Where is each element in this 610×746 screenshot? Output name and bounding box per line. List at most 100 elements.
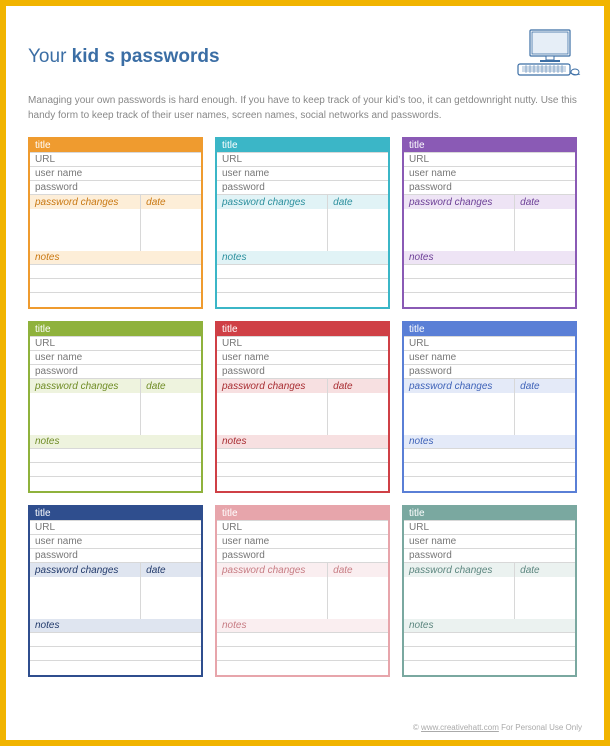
password-change-row[interactable]	[404, 577, 575, 591]
password-change-row[interactable]	[217, 407, 388, 421]
notes-row[interactable]	[404, 633, 575, 647]
field-title[interactable]: title	[30, 323, 201, 337]
field-username[interactable]: user name	[217, 167, 388, 181]
field-username[interactable]: user name	[217, 351, 388, 365]
field-title[interactable]: title	[404, 139, 575, 153]
password-change-row[interactable]	[217, 223, 388, 237]
password-change-row[interactable]	[404, 605, 575, 619]
notes-row[interactable]	[30, 633, 201, 647]
notes-row[interactable]	[404, 661, 575, 675]
notes-row[interactable]	[30, 477, 201, 491]
password-change-row[interactable]	[217, 591, 388, 605]
password-change-row[interactable]	[30, 407, 201, 421]
notes-row[interactable]	[404, 477, 575, 491]
notes-row[interactable]	[30, 661, 201, 675]
password-change-row[interactable]	[30, 577, 201, 591]
password-change-row[interactable]	[404, 407, 575, 421]
notes-row[interactable]	[217, 293, 388, 307]
password-change-row[interactable]	[404, 393, 575, 407]
password-change-row[interactable]	[30, 605, 201, 619]
notes-row[interactable]	[404, 463, 575, 477]
field-password[interactable]: password	[217, 549, 388, 563]
password-card: titleURLuser namepasswordpassword change…	[215, 137, 390, 309]
password-change-row[interactable]	[30, 393, 201, 407]
password-change-row[interactable]	[404, 591, 575, 605]
notes-row[interactable]	[404, 279, 575, 293]
field-url[interactable]: URL	[217, 521, 388, 535]
notes-row[interactable]	[217, 477, 388, 491]
password-change-row[interactable]	[217, 209, 388, 223]
notes-row[interactable]	[217, 279, 388, 293]
password-change-row[interactable]	[404, 209, 575, 223]
notes-row[interactable]	[404, 265, 575, 279]
notes-row[interactable]	[217, 633, 388, 647]
password-changes-label: password changes	[217, 563, 328, 577]
field-username[interactable]: user name	[404, 167, 575, 181]
password-change-row[interactable]	[217, 393, 388, 407]
field-url[interactable]: URL	[404, 337, 575, 351]
notes-row[interactable]	[30, 463, 201, 477]
notes-row[interactable]	[217, 449, 388, 463]
footer-suffix: For Personal Use Only	[499, 723, 582, 732]
field-url[interactable]: URL	[30, 337, 201, 351]
notes-row[interactable]	[404, 647, 575, 661]
field-username[interactable]: user name	[404, 351, 575, 365]
password-change-row[interactable]	[217, 237, 388, 251]
field-password[interactable]: password	[217, 365, 388, 379]
field-username[interactable]: user name	[30, 167, 201, 181]
notes-row[interactable]	[30, 647, 201, 661]
password-change-row[interactable]	[30, 209, 201, 223]
field-title[interactable]: title	[30, 507, 201, 521]
field-title[interactable]: title	[217, 139, 388, 153]
field-url[interactable]: URL	[30, 521, 201, 535]
field-url[interactable]: URL	[404, 153, 575, 167]
password-change-row[interactable]	[30, 223, 201, 237]
password-change-row[interactable]	[30, 421, 201, 435]
notes-row[interactable]	[30, 265, 201, 279]
field-username[interactable]: user name	[30, 535, 201, 549]
field-title[interactable]: title	[30, 139, 201, 153]
field-title[interactable]: title	[217, 323, 388, 337]
field-password[interactable]: password	[30, 181, 201, 195]
field-password[interactable]: password	[30, 365, 201, 379]
password-change-row[interactable]	[404, 237, 575, 251]
field-password[interactable]: password	[30, 549, 201, 563]
field-title[interactable]: title	[404, 507, 575, 521]
field-url[interactable]: URL	[217, 153, 388, 167]
notes-row[interactable]	[217, 265, 388, 279]
password-change-row[interactable]	[217, 577, 388, 591]
notes-row[interactable]	[217, 647, 388, 661]
password-card: titleURLuser namepasswordpassword change…	[402, 505, 577, 677]
field-url[interactable]: URL	[30, 153, 201, 167]
password-change-row[interactable]	[30, 237, 201, 251]
password-changes-label: password changes	[217, 195, 328, 209]
password-change-row[interactable]	[217, 605, 388, 619]
date-label: date	[141, 379, 201, 393]
field-url[interactable]: URL	[217, 337, 388, 351]
notes-header: notes	[30, 435, 201, 449]
password-change-row[interactable]	[30, 591, 201, 605]
field-password[interactable]: password	[404, 549, 575, 563]
notes-row[interactable]	[404, 293, 575, 307]
password-change-row[interactable]	[217, 421, 388, 435]
password-changes-label: password changes	[404, 195, 515, 209]
password-change-row[interactable]	[404, 223, 575, 237]
notes-row[interactable]	[30, 279, 201, 293]
field-password[interactable]: password	[404, 181, 575, 195]
notes-row[interactable]	[30, 293, 201, 307]
field-title[interactable]: title	[217, 507, 388, 521]
notes-row[interactable]	[404, 449, 575, 463]
field-username[interactable]: user name	[217, 535, 388, 549]
footer-link[interactable]: www.creativehatt.com	[421, 723, 499, 732]
password-changes-label: password changes	[404, 563, 515, 577]
notes-row[interactable]	[217, 661, 388, 675]
field-username[interactable]: user name	[30, 351, 201, 365]
notes-row[interactable]	[217, 463, 388, 477]
password-change-row[interactable]	[404, 421, 575, 435]
field-title[interactable]: title	[404, 323, 575, 337]
field-password[interactable]: password	[404, 365, 575, 379]
notes-row[interactable]	[30, 449, 201, 463]
field-password[interactable]: password	[217, 181, 388, 195]
field-url[interactable]: URL	[404, 521, 575, 535]
field-username[interactable]: user name	[404, 535, 575, 549]
